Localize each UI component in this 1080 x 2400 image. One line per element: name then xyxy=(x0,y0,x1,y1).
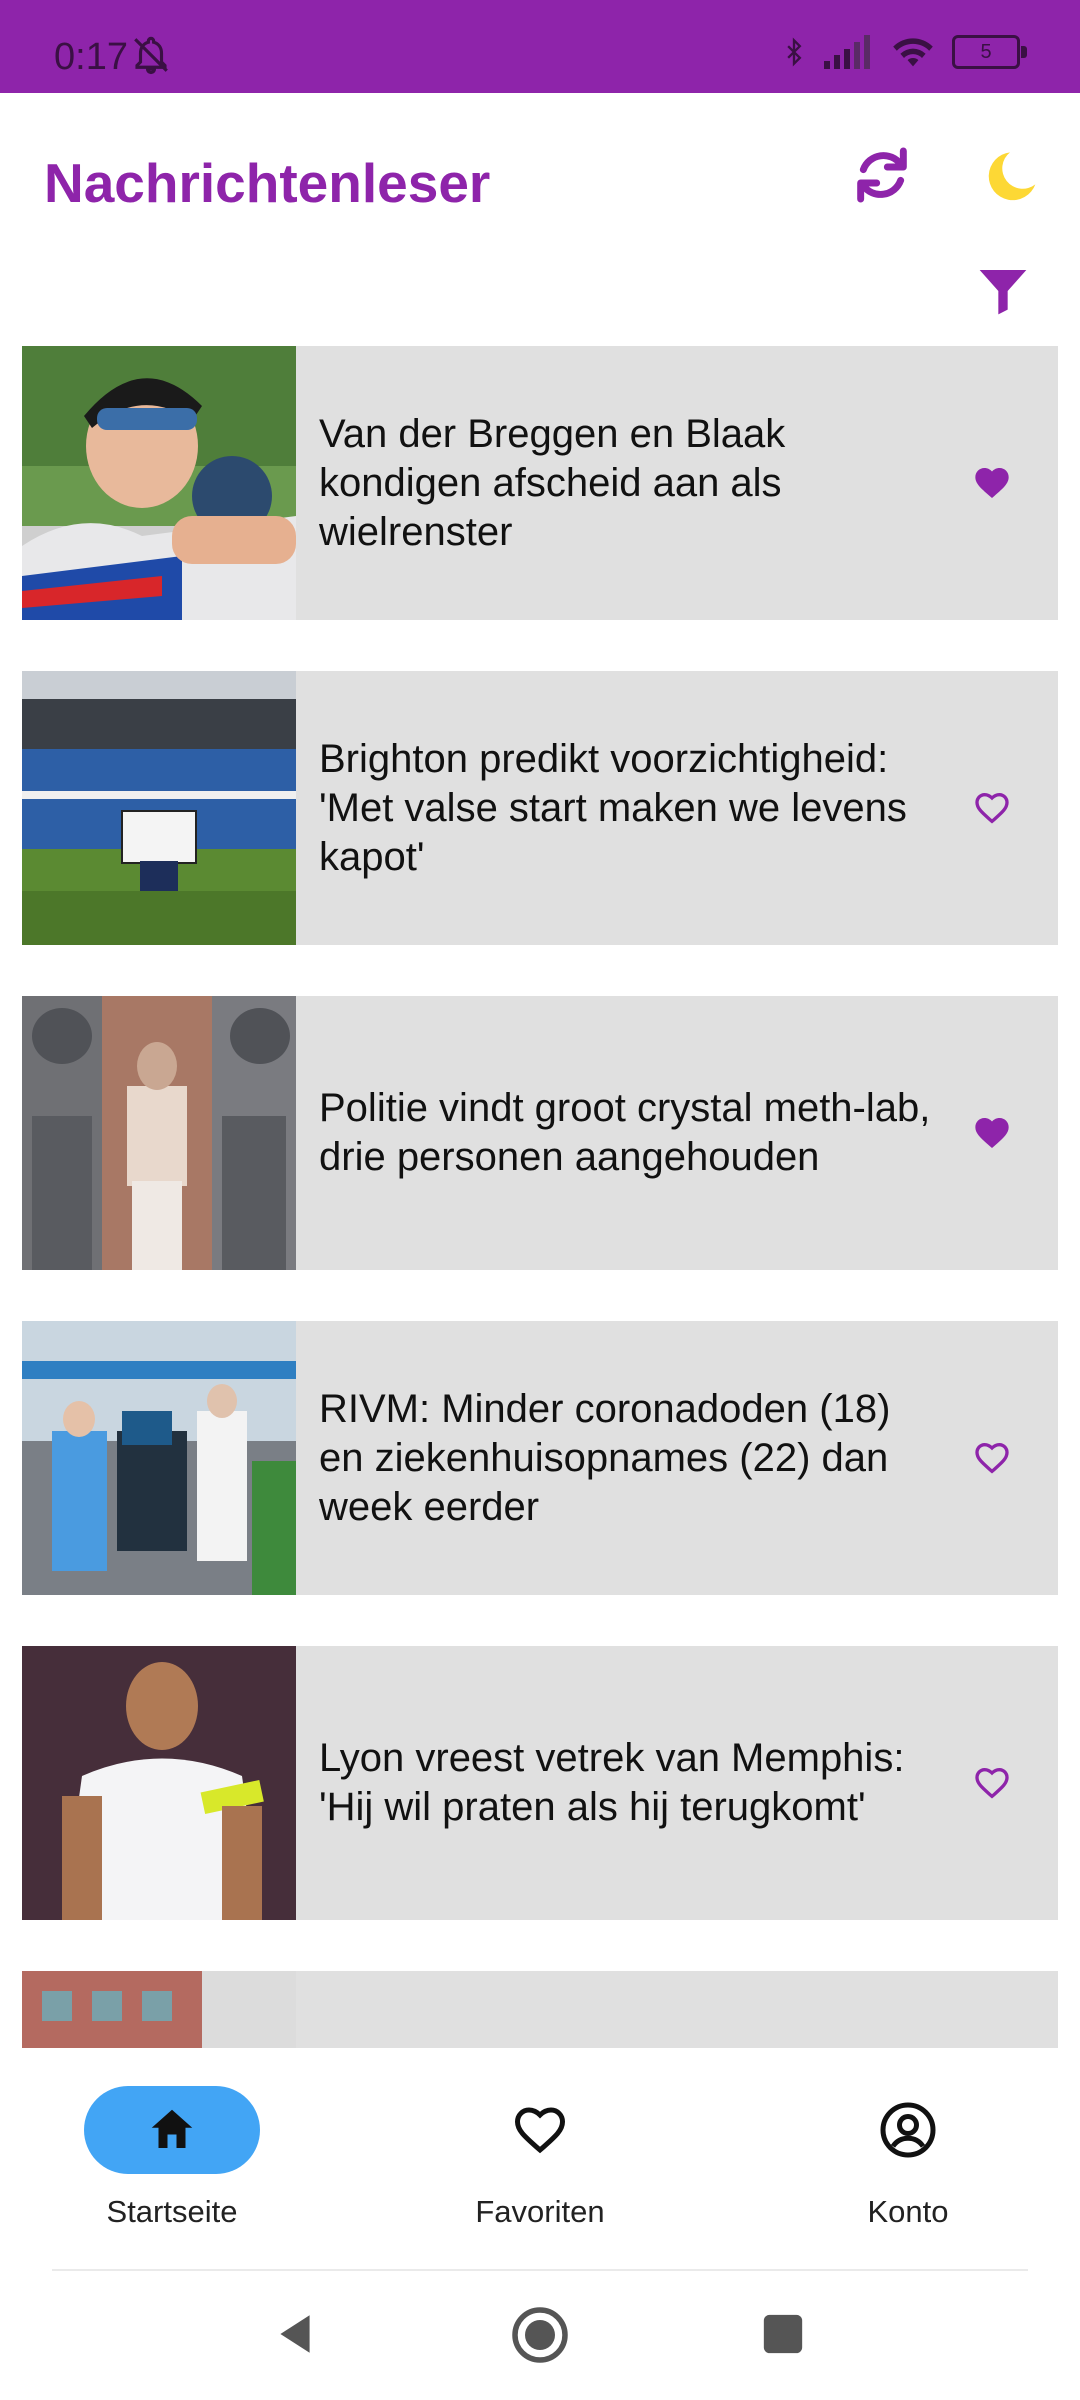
refresh-icon[interactable] xyxy=(850,143,914,207)
battery-level: 5 xyxy=(980,40,992,63)
article-list[interactable]: Van der Breggen en Blaak kondigen afsche… xyxy=(22,346,1058,2048)
notifications-off-icon xyxy=(134,36,168,75)
article-headline: RIVM: Minder coronadoden (18) en ziekenh… xyxy=(319,1386,891,1529)
article-image xyxy=(22,1971,296,2048)
article-card[interactable]: Politie vindt groot crystal meth-lab, dr… xyxy=(22,996,1058,1270)
filter-icon[interactable] xyxy=(975,263,1031,319)
home-icon xyxy=(151,2109,193,2148)
article-headline: Lyon vreest vetrek van Memphis: 'Hij wil… xyxy=(319,1736,905,1829)
nav-label: Startseite xyxy=(106,2194,238,2229)
heart-filled-icon[interactable] xyxy=(972,463,1012,503)
nav-label: Favoriten xyxy=(475,2194,605,2229)
nav-item-favoriten[interactable]: Favoriten xyxy=(420,2086,660,2230)
back-icon[interactable] xyxy=(270,2307,320,2361)
bluetooth-icon xyxy=(787,37,802,67)
article-image xyxy=(22,346,296,620)
home-circle-icon[interactable] xyxy=(510,2305,570,2365)
system-navigation-bar xyxy=(0,2271,1080,2400)
nav-item-konto[interactable]: Konto xyxy=(788,2086,1028,2230)
article-image xyxy=(22,1321,296,1595)
article-headline: Van der Breggen en Blaak kondigen afsche… xyxy=(319,411,786,554)
article-card[interactable] xyxy=(22,1971,1058,2048)
signal-icon xyxy=(824,35,870,69)
article-image xyxy=(22,1646,296,1920)
article-headline: Politie vindt groot crystal meth-lab, dr… xyxy=(319,1086,931,1179)
account-icon xyxy=(880,2102,936,2158)
heart-outline-icon[interactable] xyxy=(972,1763,1012,1803)
wifi-icon xyxy=(893,38,933,67)
article-card[interactable]: Lyon vreest vetrek van Memphis: 'Hij wil… xyxy=(22,1646,1058,1920)
recents-icon[interactable] xyxy=(760,2311,806,2357)
nav-label: Konto xyxy=(867,2194,949,2229)
article-image xyxy=(22,671,296,945)
battery-icon: 5 xyxy=(952,35,1027,69)
nav-active-indicator xyxy=(84,2086,260,2174)
nav-item-startseite[interactable]: Startseite xyxy=(52,2086,292,2230)
app-bar: Nachrichtenleser xyxy=(0,93,1080,315)
status-bar: 0:17 5 xyxy=(0,0,1080,93)
bottom-navigation: Startseite Favoriten Konto xyxy=(0,2048,1080,2270)
heart-filled-icon[interactable] xyxy=(972,1113,1012,1153)
article-headline: Brighton predikt voorzichtigheid: 'Met v… xyxy=(319,736,907,879)
heart-outline-icon[interactable] xyxy=(972,1438,1012,1478)
status-time: 0:17 xyxy=(54,36,128,78)
heart-icon xyxy=(514,2107,566,2154)
article-card[interactable]: Brighton predikt voorzichtigheid: 'Met v… xyxy=(22,671,1058,945)
moon-icon[interactable] xyxy=(982,143,1046,207)
article-image xyxy=(22,996,296,1270)
page-title: Nachrichtenleser xyxy=(44,152,491,214)
article-headline xyxy=(319,1971,939,2048)
article-card[interactable]: RIVM: Minder coronadoden (18) en ziekenh… xyxy=(22,1321,1058,1595)
article-card[interactable]: Van der Breggen en Blaak kondigen afsche… xyxy=(22,346,1058,620)
heart-outline-icon[interactable] xyxy=(972,788,1012,828)
